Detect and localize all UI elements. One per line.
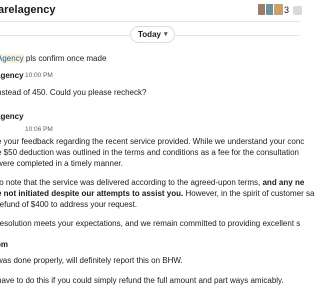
channel-title[interactable]: arelagency (0, 4, 55, 16)
message-timestamp[interactable]: 10:00 PM (25, 72, 53, 79)
more-icon[interactable] (293, 6, 302, 15)
message-text: Agency pls confirm once made (0, 54, 106, 64)
message-line: resolution meets your expectations, and … (0, 219, 301, 228)
message-text: have to do this if you could simply refu… (0, 276, 284, 285)
message-line: e your feedback regarding the recent ser… (0, 137, 305, 146)
avatar (273, 3, 284, 16)
chevron-down-icon: ▾ (163, 31, 168, 38)
member-count[interactable]: 3 (284, 5, 289, 15)
day-divider-label: Today (138, 30, 161, 39)
message-line: e not initiated despite our attempts to … (0, 189, 315, 198)
message-line: e $50 deduction was outlined in the term… (0, 148, 299, 157)
channel-header: arelagency 3 (0, 0, 302, 22)
message-sender[interactable]: agency (0, 71, 24, 80)
message-line: were completed in a timely manner. (0, 159, 123, 168)
message-sender[interactable]: om (0, 240, 8, 249)
member-avatars[interactable] (257, 3, 284, 16)
day-divider-button[interactable]: Today ▾ (130, 26, 176, 43)
user-mention[interactable]: Agency (0, 54, 24, 63)
message-line: to note that the service was delivered a… (0, 178, 305, 187)
message-line: refund of $400 to address your request. (0, 200, 138, 209)
message-text: was done properly, will definitely repor… (0, 256, 183, 265)
message-timestamp[interactable]: 10:06 PM (25, 126, 53, 133)
message-text: nstead of 450. Could you please recheck? (0, 88, 147, 97)
message-sender[interactable]: agency (0, 112, 24, 121)
